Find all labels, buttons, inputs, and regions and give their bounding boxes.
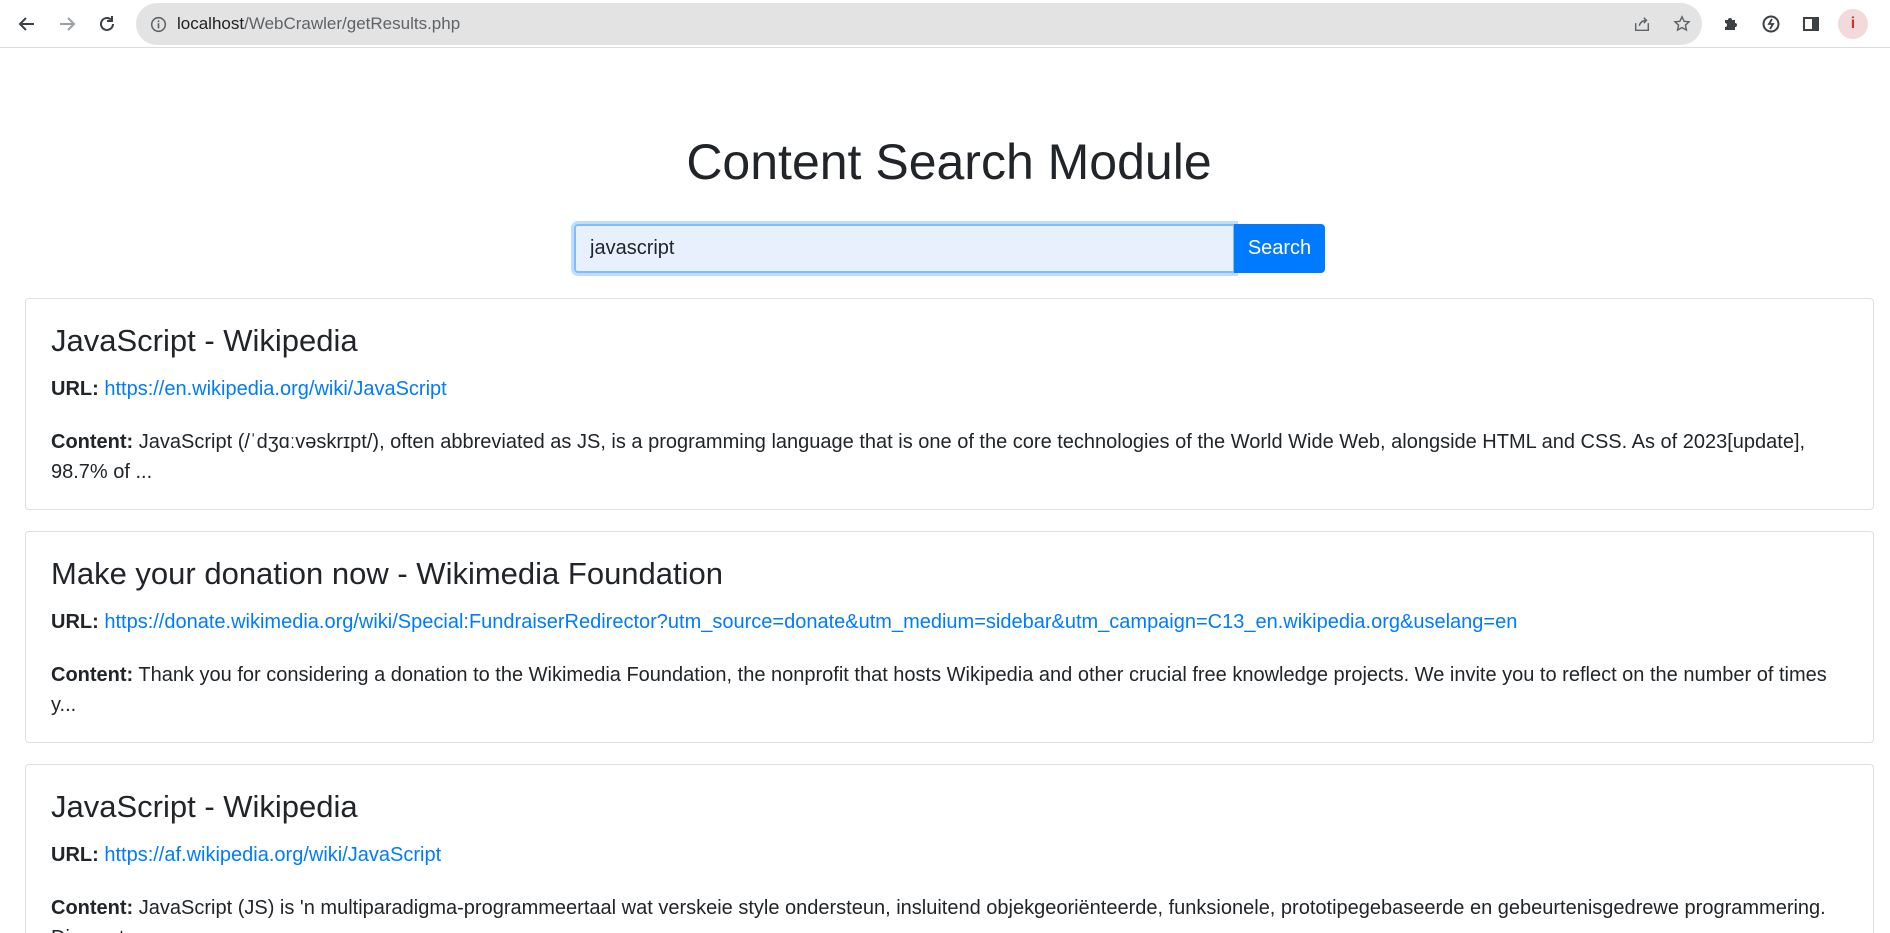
extension-circle-icon[interactable]: [1758, 11, 1784, 37]
url-path: /WebCrawler/getResults.php: [244, 14, 461, 33]
profile-avatar[interactable]: i: [1838, 9, 1868, 39]
result-card: JavaScript - Wikipedia URL: https://af.w…: [25, 764, 1874, 933]
search-input[interactable]: [574, 224, 1235, 273]
content-text: JavaScript (/ˈdʒɑːvəskrɪpt/), often abbr…: [51, 431, 1806, 483]
result-url-row: URL: https://en.wikipedia.org/wiki/JavaS…: [51, 378, 447, 401]
result-title: JavaScript - Wikipedia: [51, 789, 358, 824]
site-info-icon[interactable]: [148, 14, 168, 34]
result-content: Content: JavaScript (/ˈdʒɑːvəskrɪpt/), o…: [51, 427, 1851, 487]
url-label: URL:: [51, 378, 99, 400]
result-url-row: URL: https://af.wikipedia.org/wiki/JavaS…: [51, 844, 441, 867]
result-card: JavaScript - Wikipedia URL: https://en.w…: [25, 298, 1874, 510]
side-panel-icon[interactable]: [1798, 11, 1824, 37]
result-content: Content: Thank you for considering a don…: [51, 660, 1851, 720]
result-link[interactable]: https://af.wikipedia.org/wiki/JavaScript: [104, 844, 441, 866]
share-icon[interactable]: [1632, 14, 1652, 34]
address-bar[interactable]: localhost/WebCrawler/getResults.php: [136, 3, 1702, 45]
url-label: URL:: [51, 844, 99, 866]
result-link[interactable]: https://donate.wikimedia.org/wiki/Specia…: [104, 611, 1517, 633]
search-button[interactable]: Search: [1234, 224, 1325, 273]
address-url[interactable]: localhost/WebCrawler/getResults.php: [177, 3, 460, 45]
result-link[interactable]: https://en.wikipedia.org/wiki/JavaScript: [104, 378, 446, 400]
content-text: JavaScript (JS) is 'n multiparadigma-pro…: [51, 897, 1826, 933]
result-url-row: URL: https://donate.wikimedia.org/wiki/S…: [51, 611, 1517, 634]
url-label: URL:: [51, 611, 99, 633]
bookmark-star-icon[interactable]: [1672, 14, 1692, 34]
back-button[interactable]: [12, 9, 42, 39]
content-label: Content:: [51, 431, 134, 453]
result-content: Content: JavaScript (JS) is 'n multipara…: [51, 893, 1851, 933]
content-label: Content:: [51, 897, 134, 919]
result-title: Make your donation now - Wikimedia Found…: [51, 556, 724, 591]
page-title: Content Search Module: [686, 134, 1212, 190]
back-arrow-icon: [18, 17, 34, 31]
forward-button[interactable]: [52, 9, 82, 39]
browser-toolbar: localhost/WebCrawler/getResults.php i: [0, 0, 1890, 48]
content-text: Thank you for considering a donation to …: [51, 664, 1827, 716]
result-card: Make your donation now - Wikimedia Found…: [25, 531, 1874, 743]
search-form: Search: [574, 224, 1325, 273]
content-label: Content:: [51, 664, 134, 686]
avatar-letter: i: [1850, 15, 1856, 32]
reload-icon: [100, 16, 114, 31]
extensions-puzzle-icon[interactable]: [1718, 11, 1744, 37]
reload-button[interactable]: [92, 9, 122, 39]
forward-arrow-icon: [60, 17, 76, 31]
url-host: localhost: [177, 14, 245, 33]
result-title: JavaScript - Wikipedia: [51, 323, 358, 358]
